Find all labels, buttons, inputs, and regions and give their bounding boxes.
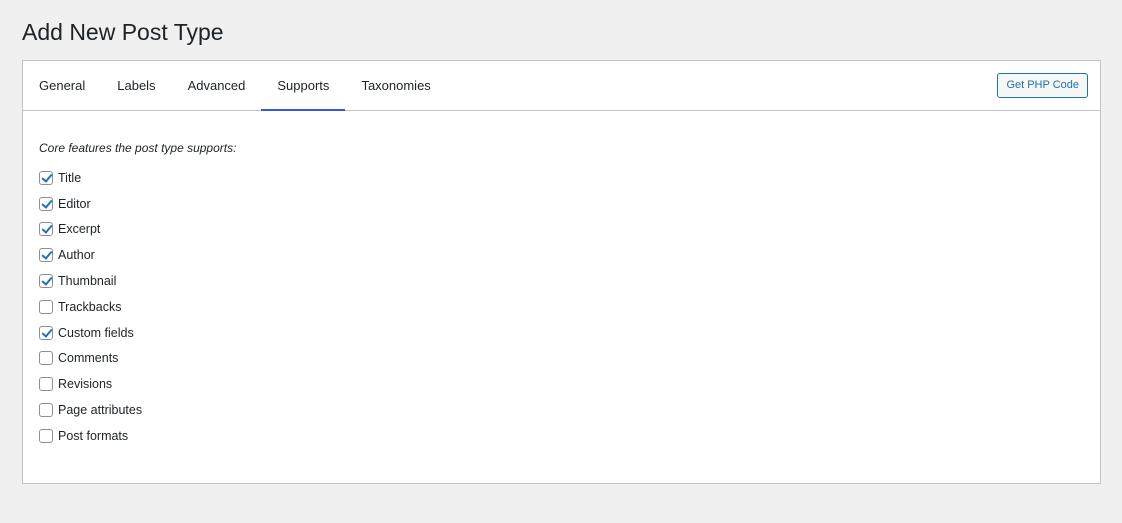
feature-title[interactable]: Title [39, 165, 236, 191]
feature-label: Comments [58, 351, 119, 366]
feature-checkbox[interactable] [39, 428, 53, 443]
feature-checkbox[interactable] [39, 274, 53, 289]
feature-author[interactable]: Author [39, 242, 236, 268]
supports-section: Core features the post type supports: Ti… [39, 141, 236, 449]
feature-post-formats[interactable]: Post formats [39, 423, 236, 449]
feature-checkbox[interactable] [39, 222, 53, 237]
feature-label: Excerpt [58, 222, 101, 237]
feature-page-attributes[interactable]: Page attributes [39, 397, 236, 423]
feature-label: Custom fields [58, 325, 134, 340]
feature-checkbox[interactable] [39, 170, 53, 185]
feature-checklist: Title Editor Excerpt Author Thumbnail Tr… [39, 165, 236, 449]
feature-label: Author [58, 248, 95, 263]
feature-revisions[interactable]: Revisions [39, 371, 236, 397]
tab-supports[interactable]: Supports [261, 61, 346, 111]
feature-label: Title [58, 170, 82, 185]
feature-checkbox[interactable] [39, 325, 53, 340]
supports-heading: Core features the post type supports: [39, 141, 237, 155]
feature-checkbox[interactable] [39, 403, 53, 418]
tab-taxonomies[interactable]: Taxonomies [345, 61, 446, 110]
tabs-bar: General Labels Advanced Supports Taxonom… [23, 61, 1100, 111]
feature-trackbacks[interactable]: Trackbacks [39, 294, 236, 320]
feature-label: Thumbnail [58, 274, 117, 289]
feature-checkbox[interactable] [39, 248, 53, 263]
feature-label: Page attributes [58, 403, 143, 418]
feature-editor[interactable]: Editor [39, 191, 236, 217]
get-php-code-button[interactable]: Get PHP Code [997, 73, 1088, 98]
feature-label: Post formats [58, 428, 129, 443]
tab-labels[interactable]: Labels [101, 61, 171, 110]
feature-checkbox[interactable] [39, 196, 53, 211]
feature-thumbnail[interactable]: Thumbnail [39, 268, 236, 294]
tab-general[interactable]: General [23, 61, 101, 110]
feature-label: Revisions [58, 377, 113, 392]
feature-checkbox[interactable] [39, 351, 53, 366]
feature-checkbox[interactable] [39, 377, 53, 392]
tab-list: General Labels Advanced Supports Taxonom… [23, 61, 447, 111]
feature-checkbox[interactable] [39, 299, 53, 314]
feature-comments[interactable]: Comments [39, 346, 236, 372]
feature-label: Trackbacks [58, 299, 122, 314]
page-title: Add New Post Type [22, 19, 224, 45]
feature-custom-fields[interactable]: Custom fields [39, 320, 236, 346]
tab-advanced[interactable]: Advanced [172, 61, 262, 110]
feature-label: Editor [58, 196, 91, 211]
settings-panel: General Labels Advanced Supports Taxonom… [22, 60, 1101, 484]
feature-excerpt[interactable]: Excerpt [39, 217, 236, 243]
